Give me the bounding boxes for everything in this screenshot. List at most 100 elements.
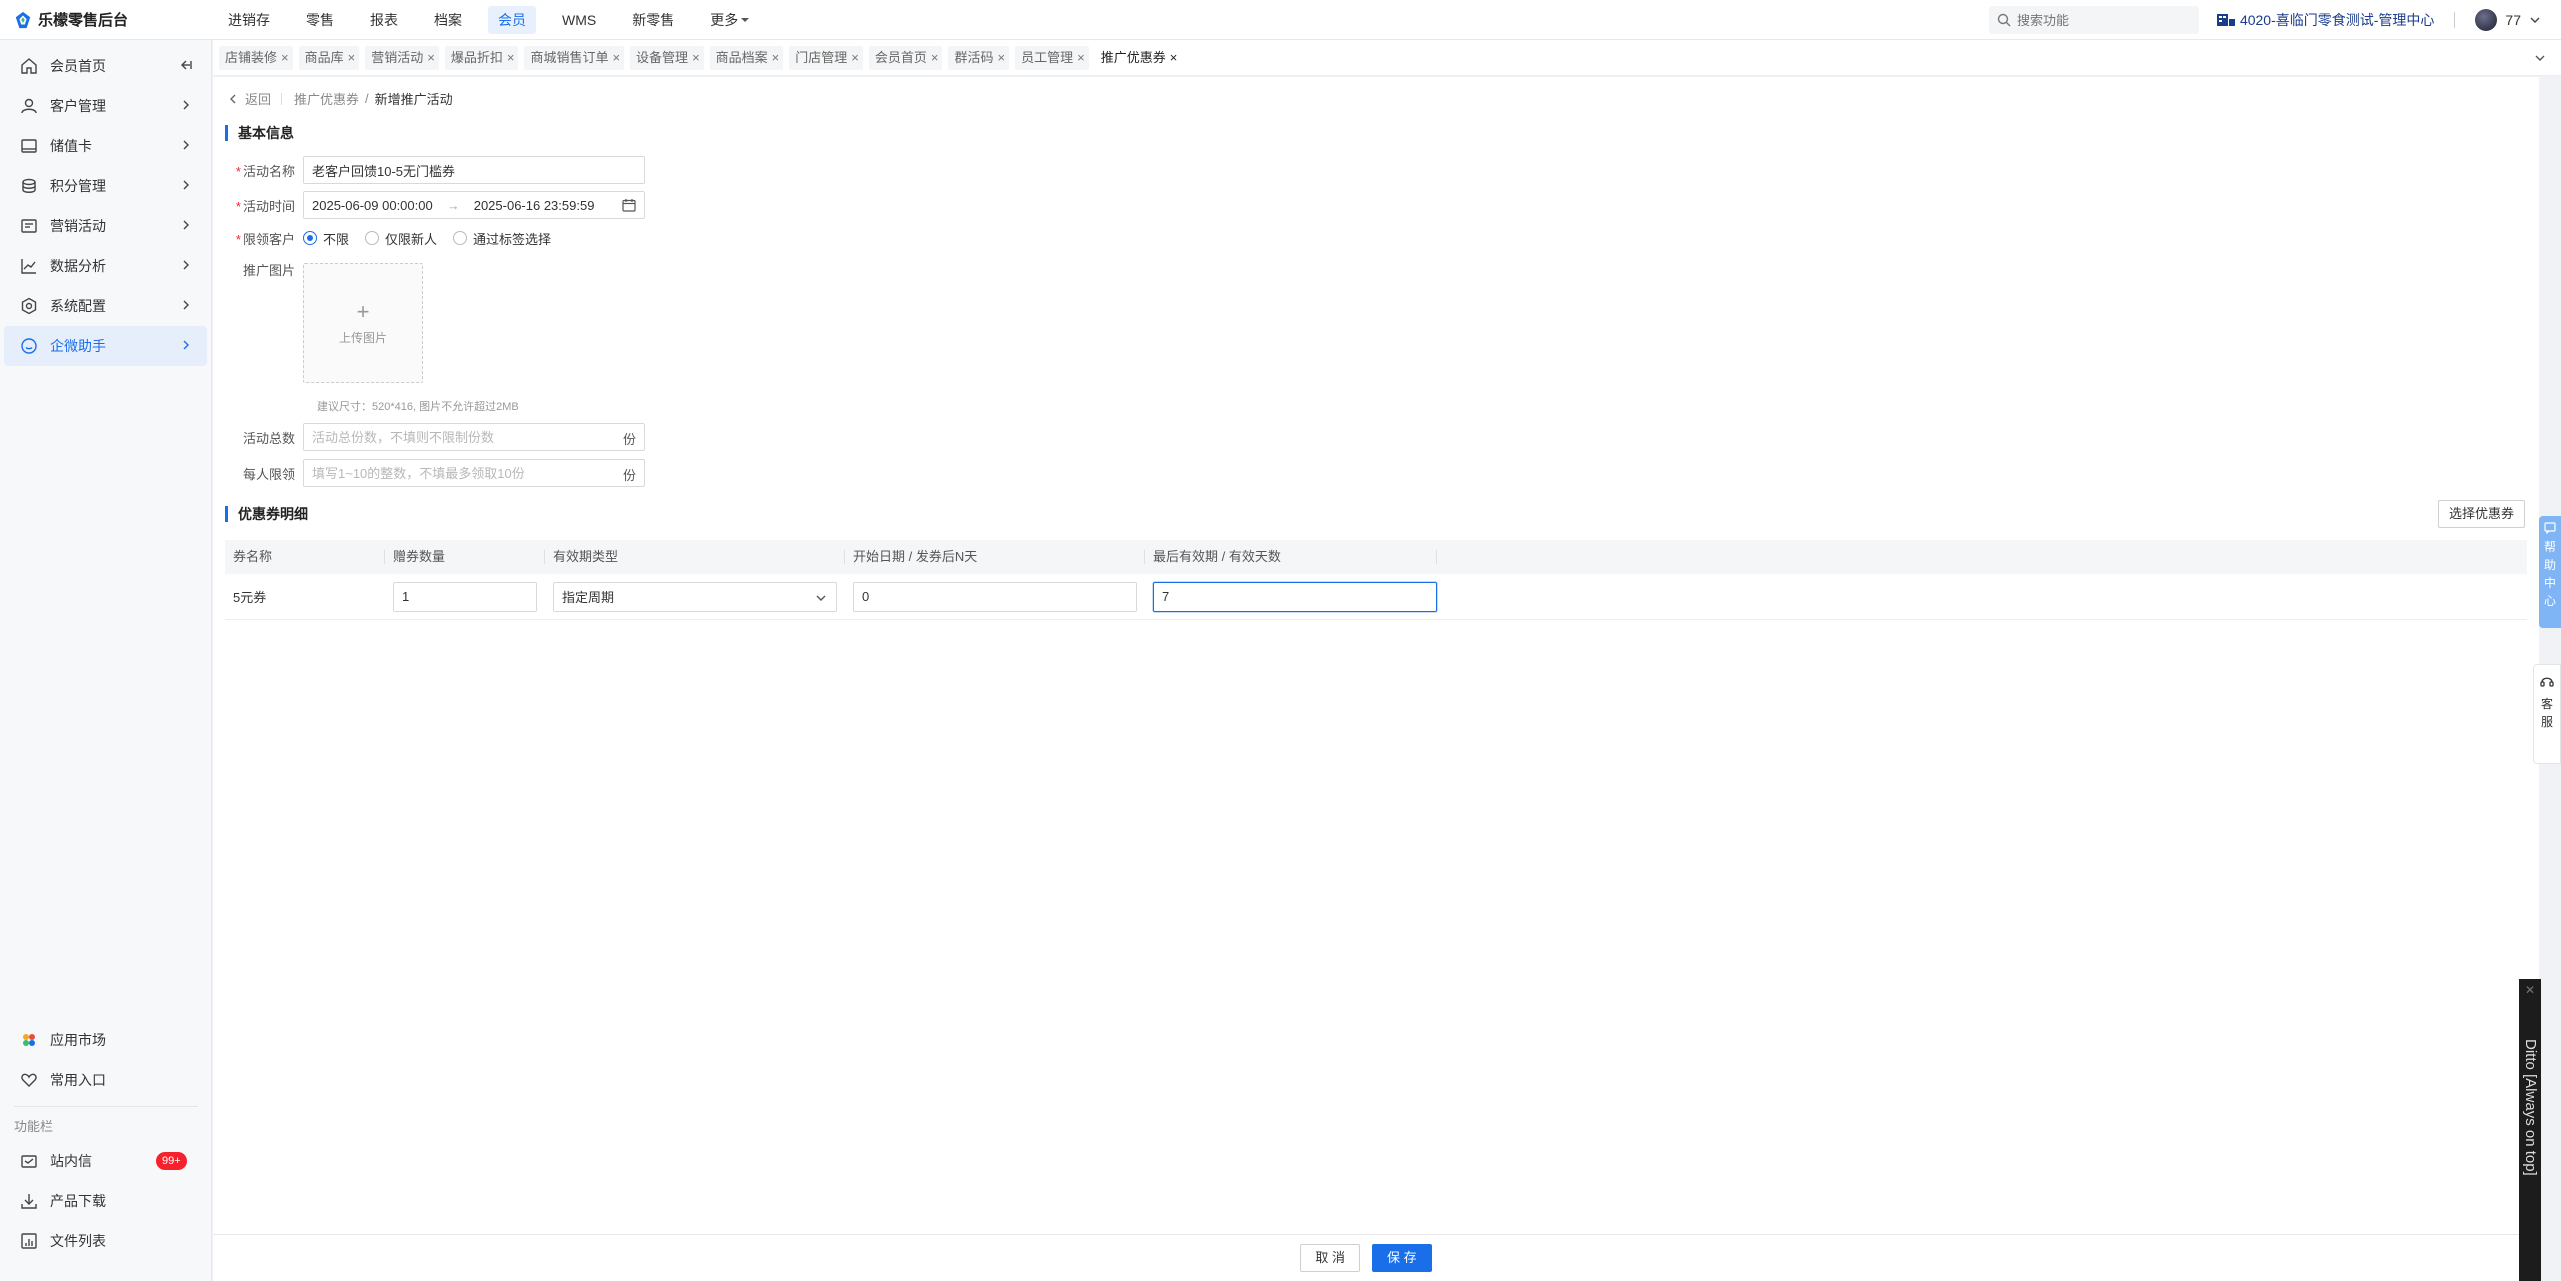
- save-button[interactable]: 保 存: [1372, 1244, 1432, 1272]
- radio-dot: [453, 231, 468, 245]
- cancel-button[interactable]: 取 消: [1300, 1244, 1360, 1272]
- close-icon[interactable]: ×: [998, 46, 1006, 70]
- start-datetime[interactable]: 2025-06-09 00:00:00: [312, 198, 433, 213]
- close-icon[interactable]: ×: [281, 46, 289, 70]
- customer-service-tab[interactable]: 客 服: [2533, 664, 2561, 764]
- close-icon[interactable]: ×: [692, 46, 700, 70]
- close-icon[interactable]: ×: [1077, 46, 1085, 70]
- back-button[interactable]: 返回: [227, 89, 271, 108]
- tab-group-code[interactable]: 群活码 ×: [948, 45, 1010, 70]
- tab-mall-orders[interactable]: 商城销售订单 ×: [524, 45, 625, 70]
- topnav-item-more[interactable]: 更多: [700, 6, 759, 34]
- sidebar-item-files[interactable]: 文件列表: [4, 1221, 208, 1261]
- total-count-input[interactable]: [304, 424, 604, 450]
- tab-store-management[interactable]: 门店管理 ×: [789, 45, 863, 70]
- choose-coupon-button[interactable]: 选择优惠券: [2437, 500, 2525, 528]
- sidebar-item-system-config[interactable]: 系统配置: [4, 286, 207, 326]
- tab-label: 群活码: [954, 49, 994, 65]
- tab-label: 营销活动: [371, 49, 424, 65]
- sidebar-item-member-home[interactable]: 会员首页: [4, 46, 207, 86]
- store-selector[interactable]: 4020-喜临门零食测试-管理中心: [2216, 10, 2434, 30]
- help-center-tab[interactable]: 帮 助 中 心: [2539, 516, 2561, 628]
- close-icon[interactable]: ×: [348, 46, 356, 70]
- tab-marketing[interactable]: 营销活动 ×: [365, 45, 439, 70]
- tab-product-archive[interactable]: 商品档案 ×: [709, 45, 784, 70]
- per-person-label: 每人限领: [242, 466, 295, 482]
- close-icon[interactable]: ×: [772, 46, 780, 70]
- column-header: 有效期类型: [545, 540, 845, 574]
- tab-hot-discount[interactable]: 爆品折扣 ×: [444, 45, 519, 70]
- per-person-input[interactable]: [304, 460, 604, 486]
- radio-by-tag[interactable]: 通过标签选择: [453, 229, 551, 248]
- close-icon[interactable]: ×: [507, 46, 515, 70]
- chevron-right-icon: [183, 140, 189, 150]
- activity-name-label: * 活动名称: [213, 161, 303, 180]
- tab-product-library[interactable]: 商品库 ×: [298, 45, 360, 70]
- topnav-item-retail[interactable]: 零售: [296, 6, 344, 34]
- quantity-input[interactable]: [393, 581, 537, 612]
- image-upload-area[interactable]: + 上传图片: [303, 263, 423, 383]
- tab-promo-coupon[interactable]: 推广优惠券 ×: [1094, 45, 1182, 70]
- end-datetime[interactable]: 2025-06-16 23:59:59: [474, 198, 595, 213]
- topnav-item-member[interactable]: 会员: [488, 5, 536, 34]
- sidebar-item-inbox[interactable]: 站内信 99+: [4, 1141, 208, 1181]
- sidebar-item-wecom-assistant[interactable]: 企微助手: [4, 326, 207, 366]
- back-label: 返回: [245, 92, 272, 107]
- chevron-down-icon: [2530, 17, 2540, 23]
- breadcrumb-parent[interactable]: 推广优惠券: [294, 89, 359, 108]
- close-icon[interactable]: ×: [931, 46, 939, 70]
- tabs-dropdown-icon[interactable]: [2533, 51, 2547, 65]
- close-icon[interactable]: ×: [612, 46, 620, 70]
- topnav-item-archives[interactable]: 档案: [424, 6, 472, 34]
- chevron-right-icon: [183, 260, 189, 270]
- section-title-basic-info: 基本信息: [225, 125, 294, 141]
- tab-member-home[interactable]: 会员首页 ×: [868, 45, 943, 70]
- label-text: 活动时间: [242, 198, 295, 214]
- close-icon[interactable]: ✕: [2523, 983, 2537, 997]
- radio-new-only[interactable]: 仅限新人: [365, 229, 437, 248]
- tab-label: 商品库: [304, 49, 344, 65]
- header-divider: [2454, 12, 2456, 28]
- sidebar-item-app-market[interactable]: 应用市场: [4, 1020, 208, 1060]
- user-menu[interactable]: 77: [2475, 9, 2541, 31]
- quantity-cell: [385, 574, 545, 620]
- activity-time-range-picker[interactable]: 2025-06-09 00:00:00 → 2025-06-16 23:59:5…: [303, 191, 645, 219]
- activity-name-input[interactable]: [303, 156, 645, 184]
- search-box[interactable]: [1988, 6, 2199, 34]
- validity-type-select[interactable]: 指定周期: [553, 581, 837, 612]
- ditto-window[interactable]: ✕ Ditto [Always on top]: [2519, 979, 2541, 1281]
- app-logo[interactable]: 乐檬零售后台: [0, 9, 200, 30]
- collapse-sidebar-icon[interactable]: [179, 58, 193, 72]
- sidebar-item-marketing[interactable]: 营销活动: [4, 206, 207, 246]
- tab-label: 推广优惠券: [1100, 49, 1166, 65]
- sidebar-item-label: 常用入口: [50, 1072, 106, 1088]
- sidebar-item-download[interactable]: 产品下载: [4, 1181, 208, 1221]
- topnav-item-wms[interactable]: WMS: [552, 6, 606, 34]
- topnav-item-jxc[interactable]: 进销存: [218, 6, 280, 34]
- close-icon[interactable]: ×: [851, 46, 859, 70]
- sidebar-item-customers[interactable]: 客户管理: [4, 86, 207, 126]
- radio-unlimited[interactable]: 不限: [303, 229, 349, 248]
- sidebar-item-analytics[interactable]: 数据分析: [4, 246, 207, 286]
- tab-staff-management[interactable]: 员工管理 ×: [1015, 45, 1089, 70]
- section-title-coupon-detail: 优惠券明细: [225, 506, 308, 522]
- close-icon[interactable]: ×: [1170, 46, 1178, 70]
- tab-shop-decoration[interactable]: 店铺装修 ×: [219, 45, 293, 70]
- help-char: 帮: [2543, 540, 2556, 554]
- topnav-item-reports[interactable]: 报表: [360, 6, 408, 34]
- valid-days-input[interactable]: [1153, 581, 1437, 612]
- top-bar: 乐檬零售后台 进销存 零售 报表 档案 会员 WMS 新零售 更多 4020-喜…: [0, 0, 2561, 40]
- topnav-item-new-retail[interactable]: 新零售: [622, 6, 684, 34]
- tab-label: 商城销售订单: [530, 49, 609, 65]
- per-person-field[interactable]: 份: [303, 459, 645, 487]
- total-count-field[interactable]: 份: [303, 423, 645, 451]
- sidebar-item-common-entry[interactable]: 常用入口: [4, 1060, 208, 1100]
- tab-device-management[interactable]: 设备管理 ×: [630, 45, 704, 70]
- promo-image-label: 推广图片: [242, 263, 295, 278]
- sidebar-item-points[interactable]: 积分管理: [4, 166, 207, 206]
- close-icon[interactable]: ×: [427, 46, 435, 70]
- sidebar-item-stored-card[interactable]: 储值卡: [4, 126, 207, 166]
- search-input[interactable]: [2016, 12, 2187, 28]
- chevron-right-icon: [183, 300, 189, 310]
- start-days-input[interactable]: [853, 581, 1137, 612]
